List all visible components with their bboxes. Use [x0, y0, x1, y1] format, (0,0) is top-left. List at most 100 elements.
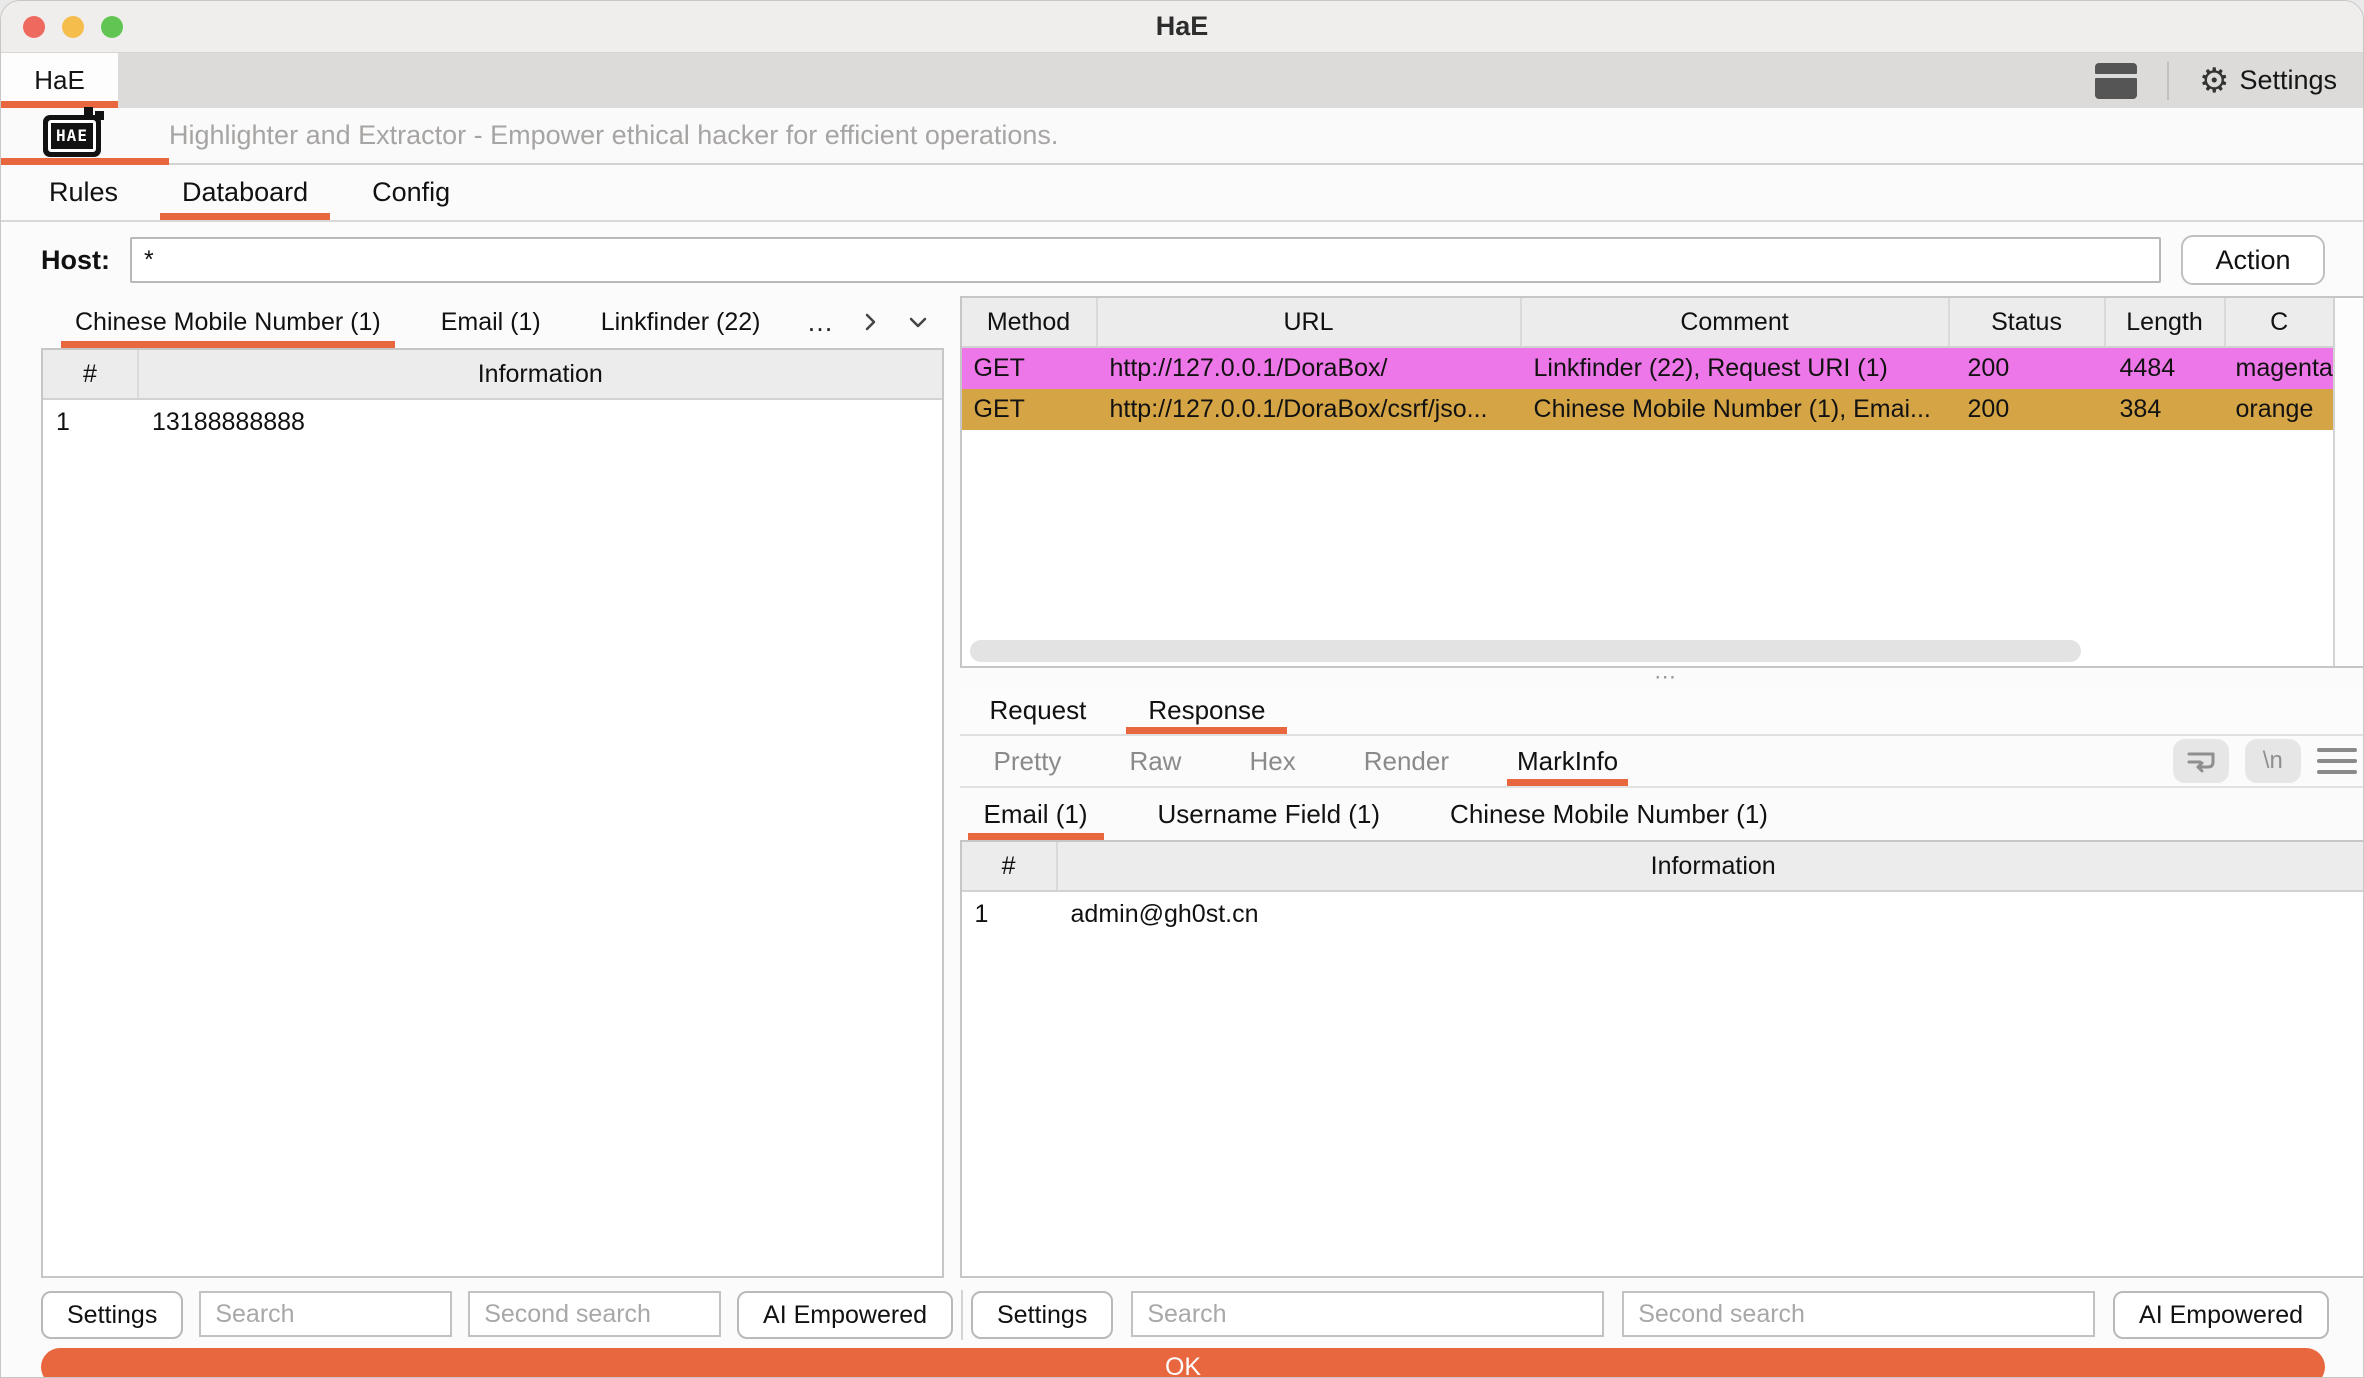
tab-databoard[interactable]: Databoard: [160, 165, 330, 220]
tab-markinfo-username-field[interactable]: Username Field (1): [1142, 788, 1397, 840]
right-ai-empowered-button[interactable]: AI Empowered: [2113, 1291, 2329, 1339]
table-row[interactable]: 1 13188888888: [43, 400, 942, 444]
left-ai-empowered-button[interactable]: AI Empowered: [737, 1291, 953, 1339]
view-mode-tabs: Pretty Raw Hex Render MarkInfo: [960, 736, 2364, 788]
tab-render[interactable]: Render: [1354, 736, 1459, 786]
tab-label: MarkInfo: [1517, 746, 1618, 777]
color-cell: orange: [2226, 395, 2333, 424]
tab-label: Email (1): [441, 308, 541, 337]
host-label: Host:: [41, 245, 110, 276]
tab-databoard-label: Databoard: [182, 177, 308, 208]
host-input[interactable]: [130, 237, 2161, 283]
left-search-input[interactable]: [199, 1291, 452, 1337]
gear-icon: ⚙: [2199, 64, 2229, 98]
table-header: # Information: [962, 842, 2364, 892]
requests-table-empty-area: [962, 430, 2333, 636]
tab-overflow-controls: …: [807, 296, 944, 348]
titlebar: HaE: [1, 1, 2363, 53]
right-settings-button[interactable]: Settings: [971, 1291, 1113, 1339]
horizontal-scrollbar-thumb[interactable]: [970, 640, 2081, 662]
tab-response[interactable]: Response: [1126, 686, 1287, 734]
main-tab-strip: HaE ⚙ Settings: [1, 53, 2363, 108]
chevron-down-icon[interactable]: [906, 310, 930, 334]
hae-extension-active-indicator: [1, 158, 169, 165]
tab-rules[interactable]: Rules: [27, 165, 140, 220]
message-editor-tabs: Request Response: [960, 686, 2364, 736]
column-header-url[interactable]: URL: [1098, 298, 1522, 346]
column-header-information[interactable]: Information: [1058, 842, 2364, 890]
tab-email[interactable]: Email (1): [427, 296, 555, 348]
action-button[interactable]: Action: [2181, 235, 2325, 285]
tab-label: Username Field (1): [1158, 799, 1381, 830]
tab-markinfo[interactable]: MarkInfo: [1507, 736, 1628, 786]
column-header-information[interactable]: Information: [139, 350, 942, 398]
horizontal-scrollbar[interactable]: [962, 636, 2333, 666]
tab-label: Chinese Mobile Number (1): [1450, 799, 1768, 830]
tab-pretty[interactable]: Pretty: [984, 736, 1072, 786]
hae-logo-icon: HAE: [43, 115, 101, 157]
editor-menu-button[interactable]: [2317, 739, 2357, 783]
right-search-input[interactable]: [1131, 1291, 1604, 1337]
row-information-cell: admin@gh0st.cn: [1058, 900, 2364, 929]
column-header-status[interactable]: Status: [1950, 298, 2106, 346]
status-cell: 200: [1950, 354, 2106, 383]
settings-label: Settings: [2239, 65, 2337, 96]
chevron-right-icon[interactable]: [858, 310, 882, 334]
tab-raw[interactable]: Raw: [1119, 736, 1191, 786]
toolbar-divider: [2167, 62, 2169, 100]
tab-label: Chinese Mobile Number (1): [75, 308, 381, 337]
markinfo-tabs: Email (1) Username Field (1) Chinese Mob…: [960, 788, 2364, 840]
hae-subtitle: Highlighter and Extractor - Empower ethi…: [169, 120, 1058, 151]
table-row[interactable]: 1 admin@gh0st.cn: [962, 892, 2364, 936]
horizontal-splitter[interactable]: ⋯: [960, 668, 2364, 686]
left-settings-button[interactable]: Settings: [41, 1291, 183, 1339]
ok-status-bar[interactable]: OK: [41, 1348, 2325, 1378]
show-newlines-button[interactable]: \n: [2245, 739, 2301, 783]
layout-panel-icon[interactable]: [2095, 63, 2137, 99]
tab-request[interactable]: Request: [968, 686, 1109, 734]
status-bar-wrap: OK: [1, 1340, 2363, 1378]
panel-footers: Settings AI Empowered Settings AI Empowe…: [1, 1278, 2363, 1340]
tab-linkfinder[interactable]: Linkfinder (22): [587, 296, 775, 348]
tab-chinese-mobile-number[interactable]: Chinese Mobile Number (1): [61, 296, 395, 348]
hae-banner: HAE Highlighter and Extractor - Empower …: [1, 108, 2363, 165]
tab-config[interactable]: Config: [350, 165, 472, 220]
active-tab-indicator: [1507, 779, 1628, 786]
tab-label: Pretty: [994, 746, 1062, 777]
request-response-panel: Method URL Comment Status Length C GET h…: [960, 296, 2364, 1278]
tab-hex[interactable]: Hex: [1239, 736, 1305, 786]
row-number-cell: 1: [43, 408, 139, 437]
url-cell: http://127.0.0.1/DoraBox/: [1098, 354, 1522, 383]
tab-markinfo-email[interactable]: Email (1): [968, 788, 1104, 840]
column-header-method[interactable]: Method: [962, 298, 1098, 346]
tab-markinfo-chinese-mobile-number[interactable]: Chinese Mobile Number (1): [1434, 788, 1784, 840]
tab-label: Response: [1148, 695, 1265, 726]
app-window: HaE HaE ⚙ Settings HAE Highlighter and E…: [0, 0, 2364, 1378]
word-wrap-button[interactable]: [2173, 739, 2229, 783]
column-header-number[interactable]: #: [962, 842, 1058, 890]
column-header-comment[interactable]: Comment: [1522, 298, 1950, 346]
url-cell: http://127.0.0.1/DoraBox/csrf/jso...: [1098, 395, 1522, 424]
requests-table-main: Method URL Comment Status Length C GET h…: [962, 298, 2333, 666]
right-panel-footer: Settings AI Empowered: [971, 1291, 2329, 1339]
color-cell: magenta: [2226, 354, 2333, 383]
right-second-search-input[interactable]: [1622, 1291, 2095, 1337]
request-row[interactable]: GET http://127.0.0.1/DoraBox/csrf/jso...…: [962, 389, 2333, 430]
vertical-scrollbar[interactable]: [2333, 298, 2364, 666]
tab-rules-label: Rules: [49, 177, 118, 208]
tab-label: Raw: [1129, 746, 1181, 777]
newline-icon: \n: [2263, 747, 2283, 775]
tab-label: Hex: [1249, 746, 1295, 777]
tab-hae[interactable]: HaE: [1, 53, 118, 108]
footer-divider: [961, 1290, 963, 1340]
method-cell: GET: [962, 354, 1098, 383]
active-tab-indicator: [1126, 727, 1287, 734]
settings-button[interactable]: ⚙ Settings: [2199, 64, 2337, 98]
more-tabs-icon[interactable]: …: [807, 309, 834, 336]
main-tab-strip-right: ⚙ Settings: [2095, 53, 2363, 108]
left-second-search-input[interactable]: [468, 1291, 721, 1337]
column-header-color[interactable]: C: [2226, 298, 2333, 346]
column-header-number[interactable]: #: [43, 350, 139, 398]
column-header-length[interactable]: Length: [2106, 298, 2226, 346]
request-row[interactable]: GET http://127.0.0.1/DoraBox/ Linkfinder…: [962, 348, 2333, 389]
